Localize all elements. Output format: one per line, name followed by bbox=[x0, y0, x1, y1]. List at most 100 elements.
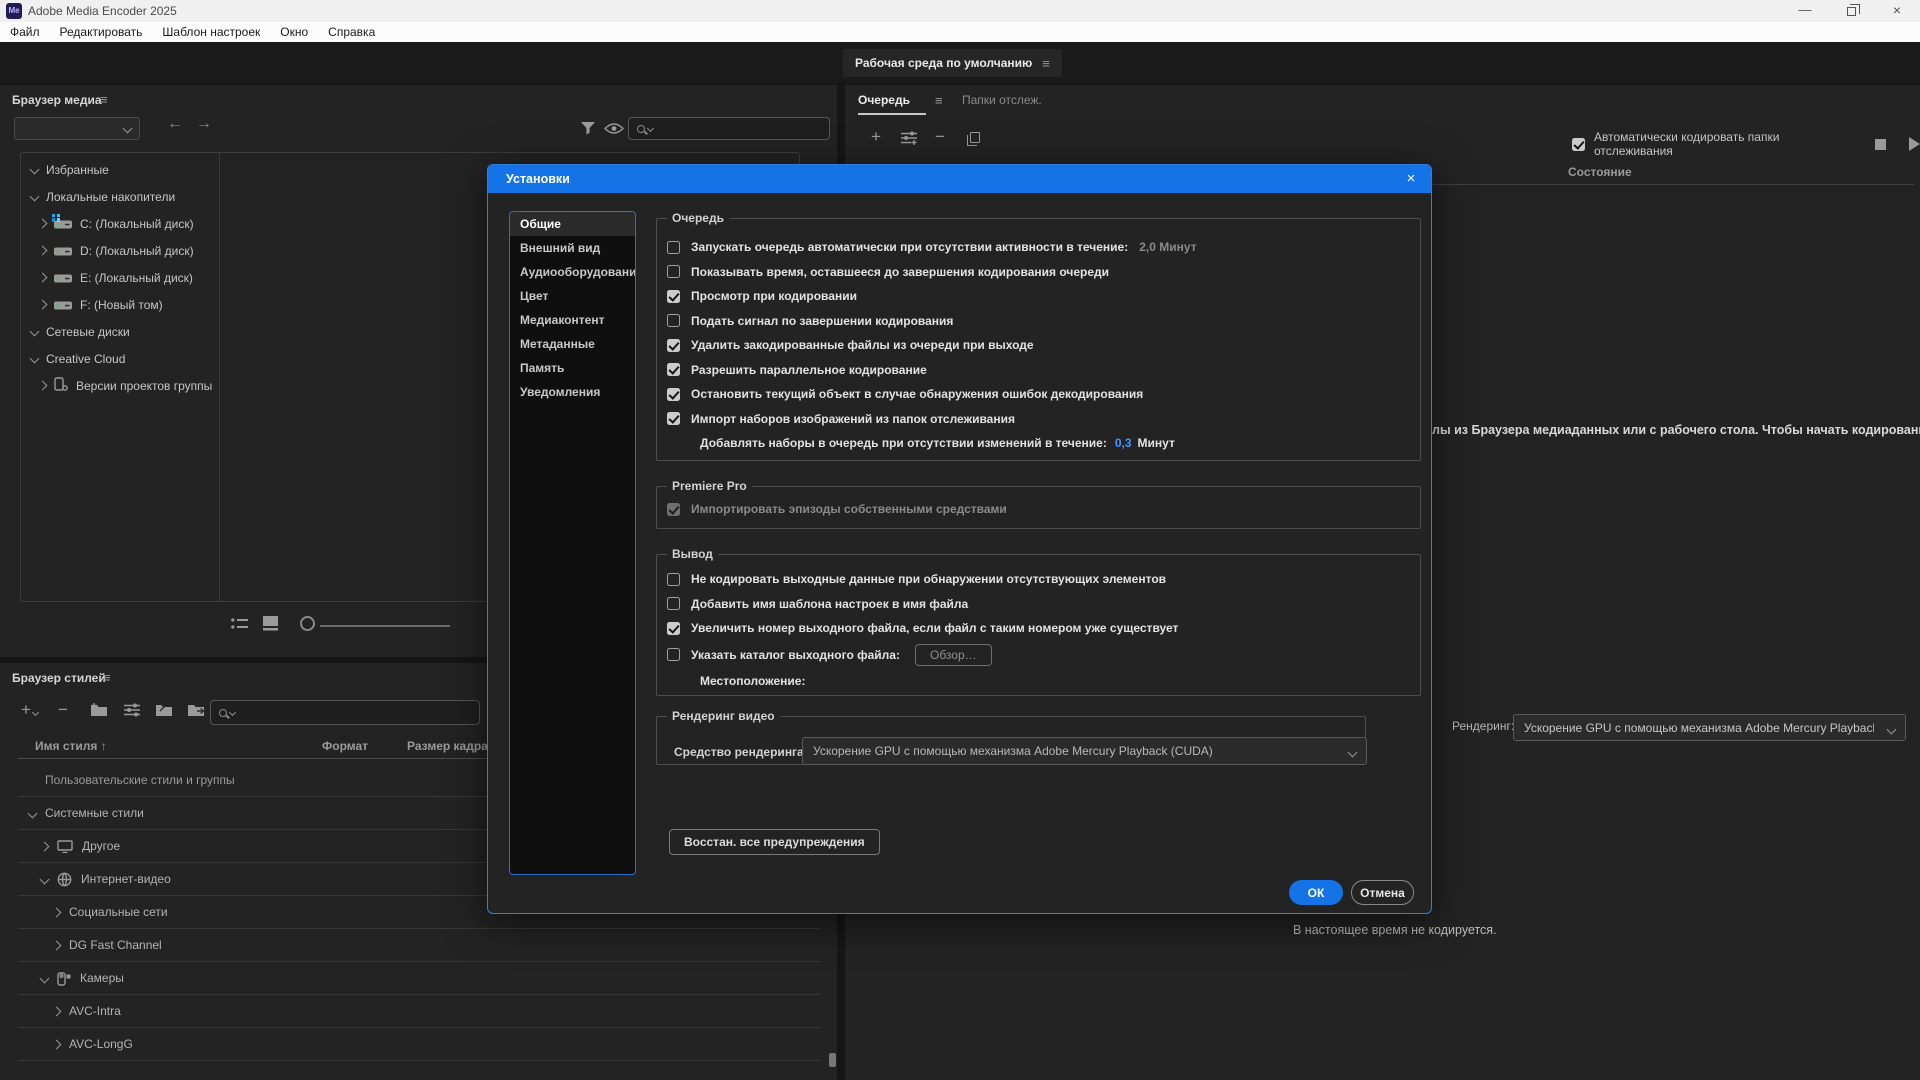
zoom-slider-track[interactable] bbox=[320, 625, 450, 627]
start-queue-icon[interactable] bbox=[1909, 137, 1920, 151]
duplicate-icon[interactable] bbox=[967, 132, 980, 146]
nav-item-notifications[interactable]: Уведомления bbox=[510, 380, 635, 404]
tree-item-local-drives[interactable]: Локальные накопители bbox=[29, 183, 175, 210]
checkbox[interactable] bbox=[667, 621, 680, 635]
list-view-icon[interactable] bbox=[231, 617, 248, 631]
import-preset-icon[interactable] bbox=[155, 703, 173, 717]
menu-file[interactable]: Файл bbox=[0, 22, 50, 42]
pref-parallel-encoding[interactable]: Разрешить параллельное кодирование bbox=[657, 358, 1420, 383]
new-group-folder-icon[interactable] bbox=[90, 703, 108, 717]
pref-preview-while-encoding[interactable]: Просмотр при кодировании bbox=[657, 284, 1420, 309]
remove-button[interactable]: − bbox=[935, 127, 945, 147]
workspace-selector[interactable]: Рабочая среда по умолчанию ≡ bbox=[843, 49, 1062, 77]
menu-window[interactable]: Окно bbox=[270, 22, 318, 42]
back-arrow-button[interactable]: ← bbox=[167, 115, 183, 133]
nav-item-metadata[interactable]: Метаданные bbox=[510, 332, 635, 356]
ok-button[interactable]: ОК bbox=[1289, 880, 1343, 905]
tree-item-drive-f[interactable]: F: (Новый том) bbox=[37, 291, 163, 318]
pref-specify-output-folder[interactable]: Указать каталог выходного файла: Обзор… bbox=[657, 641, 1420, 669]
checkbox[interactable] bbox=[667, 387, 680, 401]
preset-row-dg-fast-channel[interactable]: DG Fast Channel bbox=[18, 929, 820, 962]
renderer-dropdown[interactable]: Ускорение GPU с помощью механизма Adobe … bbox=[1513, 714, 1906, 741]
checkbox[interactable] bbox=[667, 338, 680, 352]
pref-increment-file-name[interactable]: Увеличить номер выходного файла, если фа… bbox=[657, 616, 1420, 641]
tree-item-network-drives[interactable]: Сетевые диски bbox=[29, 318, 130, 345]
column-header-format[interactable]: Формат bbox=[322, 739, 368, 753]
watch-delay-value[interactable]: 0,3 bbox=[1115, 436, 1132, 450]
media-browser-menu-icon[interactable]: ≡ bbox=[100, 92, 108, 107]
tree-item-favorites[interactable]: Избранные bbox=[29, 156, 109, 183]
workspace-menu-icon[interactable]: ≡ bbox=[1042, 56, 1050, 71]
zoom-slider-knob[interactable] bbox=[300, 616, 315, 631]
remove-preset-button[interactable]: − bbox=[58, 700, 68, 720]
preset-settings-icon[interactable] bbox=[124, 703, 140, 717]
minimize-button[interactable]: — bbox=[1782, 0, 1828, 22]
media-search-input[interactable] bbox=[628, 117, 830, 140]
tree-item-team-projects[interactable]: Версии проектов группы bbox=[37, 372, 212, 399]
checkbox[interactable] bbox=[667, 648, 680, 661]
renderer-select[interactable]: Ускорение GPU с помощью механизма Adobe … bbox=[802, 737, 1367, 765]
pref-import-image-sequences[interactable]: Импорт наборов изображений из папок отсл… bbox=[657, 407, 1420, 432]
restore-warnings-button[interactable]: Восстан. все предупреждения bbox=[669, 829, 880, 855]
menu-edit[interactable]: Редактировать bbox=[50, 22, 153, 42]
dialog-header[interactable]: Установки × bbox=[488, 165, 1431, 193]
checkbox[interactable] bbox=[667, 363, 680, 377]
menu-help[interactable]: Справка bbox=[318, 22, 385, 42]
add-preset-button[interactable]: + bbox=[21, 700, 39, 720]
preset-row-cameras[interactable]: Камеры bbox=[18, 962, 820, 995]
nav-item-general[interactable]: Общие bbox=[510, 212, 635, 236]
tree-item-drive-e[interactable]: E: (Локальный диск) bbox=[37, 264, 193, 291]
preset-browser-menu-icon[interactable]: ≡ bbox=[103, 670, 111, 685]
column-header-name[interactable]: Имя стиля ↑ bbox=[35, 739, 107, 753]
tab-queue[interactable]: Очередь bbox=[858, 93, 910, 107]
pref-chime-on-finish[interactable]: Подать сигнал по завершении кодирования bbox=[657, 309, 1420, 334]
export-preset-icon[interactable] bbox=[187, 703, 205, 717]
checkbox[interactable] bbox=[667, 572, 680, 586]
tab-watch-folders[interactable]: Папки отслеж. bbox=[962, 93, 1042, 107]
stop-queue-icon[interactable] bbox=[1875, 138, 1886, 150]
checkbox[interactable] bbox=[667, 412, 680, 426]
add-output-icon[interactable] bbox=[901, 131, 917, 145]
tree-item-creative-cloud[interactable]: Creative Cloud bbox=[29, 345, 125, 372]
forward-arrow-button[interactable]: → bbox=[196, 115, 212, 133]
close-button[interactable]: × bbox=[1874, 0, 1920, 22]
checkbox[interactable] bbox=[667, 240, 680, 254]
queue-menu-icon[interactable]: ≡ bbox=[935, 93, 943, 108]
preset-search-input[interactable] bbox=[210, 700, 480, 725]
nav-item-memory[interactable]: Память bbox=[510, 356, 635, 380]
pref-auto-start-queue[interactable]: Запускать очередь автоматически при отсу… bbox=[657, 235, 1420, 260]
dialog-close-button[interactable]: × bbox=[1401, 169, 1421, 189]
checkbox[interactable] bbox=[667, 289, 680, 303]
auto-encode-checkbox[interactable] bbox=[1572, 137, 1585, 151]
thumbnail-view-icon[interactable] bbox=[262, 615, 279, 631]
pref-append-preset-name[interactable]: Добавить имя шаблона настроек в имя файл… bbox=[657, 592, 1420, 617]
column-header-frame-size[interactable]: Размер кадра bbox=[407, 739, 488, 753]
tree-item-drive-c[interactable]: C: (Локальный диск) bbox=[37, 210, 194, 237]
tree-item-drive-d[interactable]: D: (Локальный диск) bbox=[37, 237, 194, 264]
media-browser-title: Браузер медиа bbox=[12, 93, 102, 107]
checkbox[interactable] bbox=[667, 597, 680, 611]
media-browser-dropdown[interactable] bbox=[14, 117, 140, 140]
nav-item-appearance[interactable]: Внешний вид bbox=[510, 236, 635, 260]
pref-skip-missing-items[interactable]: Не кодировать выходные данные при обнару… bbox=[657, 567, 1420, 592]
pref-remove-encoded-files[interactable]: Удалить закодированные файлы из очереди … bbox=[657, 333, 1420, 358]
nav-item-audio-hardware[interactable]: Аудиооборудование bbox=[510, 260, 635, 284]
tree-divider[interactable] bbox=[219, 153, 220, 601]
restore-button[interactable] bbox=[1828, 0, 1874, 22]
add-source-button[interactable]: + bbox=[871, 127, 881, 147]
checkbox[interactable] bbox=[667, 314, 680, 328]
browse-button[interactable]: Обзор… bbox=[914, 643, 992, 666]
scrollbar-thumb[interactable] bbox=[829, 1053, 836, 1067]
menu-preset[interactable]: Шаблон настроек bbox=[152, 22, 270, 42]
state-column-header[interactable]: Состояние bbox=[1568, 165, 1632, 179]
nav-item-color[interactable]: Цвет bbox=[510, 284, 635, 308]
nav-item-media[interactable]: Медиаконтент bbox=[510, 308, 635, 332]
preset-row-avc-intra[interactable]: AVC-Intra bbox=[18, 995, 820, 1028]
cancel-button[interactable]: Отмена bbox=[1351, 880, 1414, 905]
preset-row-avc-longg[interactable]: AVC-LongG bbox=[18, 1028, 820, 1061]
filter-icon[interactable] bbox=[580, 120, 596, 136]
pref-show-remaining-time[interactable]: Показывать время, оставшееся до завершен… bbox=[657, 260, 1420, 285]
pref-stop-on-decode-errors[interactable]: Остановить текущий объект в случае обнар… bbox=[657, 382, 1420, 407]
checkbox[interactable] bbox=[667, 265, 680, 279]
eye-icon[interactable] bbox=[604, 122, 624, 135]
